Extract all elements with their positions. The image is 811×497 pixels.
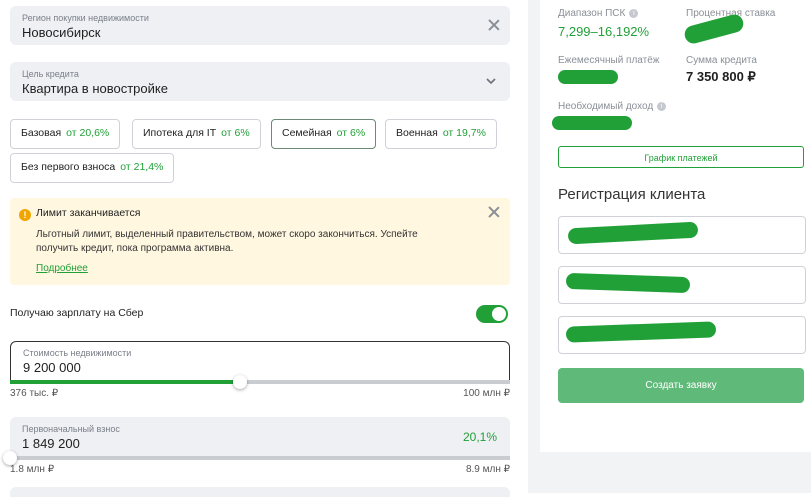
registration-title: Регистрация клиента — [558, 186, 706, 203]
downpayment-field[interactable]: Первоначальный взнос 1 849 200 20,1% — [10, 417, 510, 458]
program-chip-it[interactable]: Ипотека для IT от 6% — [132, 119, 261, 149]
clear-region-icon[interactable] — [486, 17, 502, 33]
price-max: 100 млн ₽ — [463, 388, 510, 399]
region-field[interactable]: Регион покупки недвижимости Новосибирск — [10, 6, 510, 45]
alert-title: Лимит заканчивается — [36, 207, 141, 219]
redaction-monthly — [558, 70, 618, 84]
price-label: Стоимость недвижимости — [23, 348, 132, 358]
monthly-label: Ежемесячный платёж — [558, 55, 660, 66]
downpayment-slider-handle[interactable] — [3, 451, 17, 465]
region-value: Новосибирск — [22, 25, 101, 40]
close-alert-icon[interactable] — [486, 204, 502, 220]
schedule-button[interactable]: График платежей — [558, 146, 804, 168]
salary-toggle[interactable] — [476, 305, 508, 323]
credit-value: 7 350 800 ₽ — [686, 69, 756, 84]
downpayment-max: 8.9 млн ₽ — [465, 464, 510, 475]
program-chip-military[interactable]: Военная от 19,7% — [385, 119, 497, 149]
region-label: Регион покупки недвижимости — [22, 13, 149, 23]
info-icon[interactable]: i — [657, 102, 667, 111]
downpayment-value: 1 849 200 — [22, 436, 80, 451]
chevron-down-icon[interactable] — [485, 76, 497, 86]
price-slider-track[interactable] — [10, 375, 510, 389]
alert-body: Льготный лимит, выделенный правительство… — [36, 229, 418, 254]
price-value: 9 200 000 — [23, 360, 81, 375]
alert-more-link[interactable]: Подробнее — [36, 263, 88, 274]
redaction-income — [552, 116, 632, 130]
submit-button[interactable]: Создать заявку — [558, 368, 804, 403]
program-chip-family[interactable]: Семейная от 6% — [271, 119, 377, 149]
limit-alert: ! Лимит заканчивается Льготный лимит, вы… — [10, 198, 510, 285]
credit-label: Сумма кредита — [686, 55, 757, 66]
income-label: Необходимый доход i — [558, 101, 667, 112]
purpose-value: Квартира в новостройке — [22, 81, 168, 96]
info-icon[interactable]: i — [629, 9, 639, 18]
downpayment-percent: 20,1% — [462, 430, 497, 444]
purpose-label: Цель кредита — [22, 69, 79, 79]
downpayment-min: 1.8 млн ₽ — [10, 464, 55, 475]
price-slider-handle[interactable] — [233, 375, 247, 389]
downpayment-slider-track[interactable] — [3, 451, 510, 465]
psk-value: 7,299–16,192% — [558, 24, 650, 39]
price-min: 376 тыс. ₽ — [10, 388, 59, 399]
next-field-edge — [10, 487, 510, 497]
psk-label: Диапазон ПСК i — [558, 8, 639, 19]
salary-label: Получаю зарплату на Сбер — [10, 307, 144, 319]
program-chip-basic[interactable]: Базовая от 20,6% — [10, 119, 121, 149]
program-chip-no-downpayment[interactable]: Без первого взноса от 21,4% — [10, 153, 175, 183]
purpose-select[interactable]: Цель кредита Квартира в новостройке — [10, 62, 510, 101]
downpayment-label: Первоначальный взнос — [22, 424, 120, 434]
price-field[interactable]: Стоимость недвижимости 9 200 000 — [10, 341, 510, 383]
warning-icon: ! — [19, 209, 31, 221]
price-slider-fill — [10, 380, 240, 384]
